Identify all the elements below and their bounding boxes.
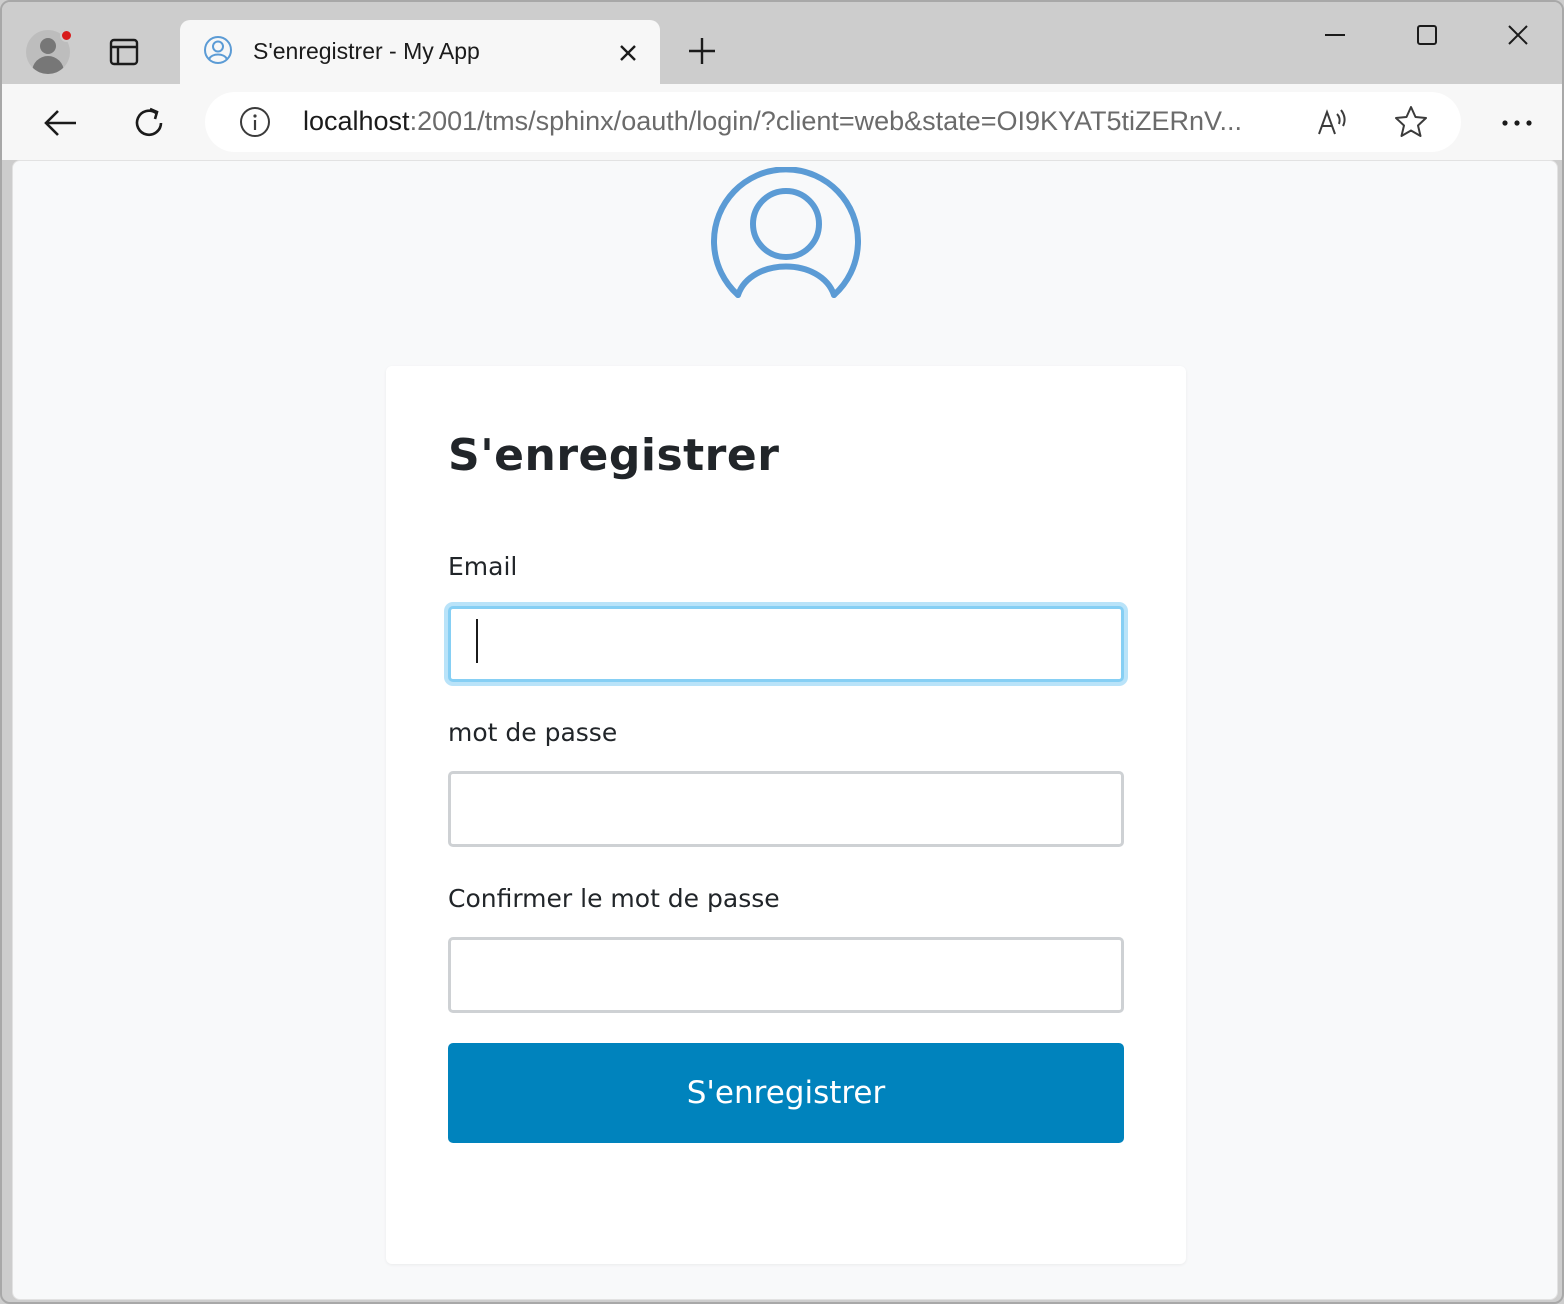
url-path: :2001/tms/sphinx/oauth/login/?client=web… bbox=[409, 106, 1243, 136]
tab-actions-icon[interactable] bbox=[108, 36, 140, 68]
text-caret bbox=[476, 619, 478, 663]
password-label: mot de passe bbox=[448, 718, 618, 747]
confirm-password-field[interactable] bbox=[448, 937, 1124, 1013]
star-icon[interactable] bbox=[1393, 104, 1429, 140]
email-label: Email bbox=[448, 552, 518, 581]
minimize-icon[interactable] bbox=[1322, 22, 1348, 48]
page-viewport: S'enregistrer Email mot de passe Confirm… bbox=[12, 160, 1558, 1300]
info-icon[interactable] bbox=[239, 106, 271, 138]
reload-icon[interactable] bbox=[130, 104, 168, 142]
url-host: localhost bbox=[303, 106, 410, 136]
user-circle-icon bbox=[202, 34, 234, 66]
close-tab-icon[interactable] bbox=[614, 39, 642, 67]
address-bar[interactable]: localhost:2001/tms/sphinx/oauth/login/?c… bbox=[205, 92, 1461, 152]
email-field[interactable] bbox=[448, 606, 1124, 682]
url-text[interactable]: localhost:2001/tms/sphinx/oauth/login/?c… bbox=[303, 106, 1242, 137]
tab-title: S'enregistrer - My App bbox=[253, 38, 480, 64]
more-dots-icon[interactable] bbox=[1498, 108, 1536, 138]
user-circle-icon bbox=[711, 167, 861, 299]
password-field[interactable] bbox=[448, 771, 1124, 847]
notification-dot bbox=[60, 29, 73, 42]
arrow-left-icon[interactable] bbox=[42, 104, 80, 142]
read-aloud-icon[interactable] bbox=[1315, 104, 1351, 140]
tab-active[interactable]: S'enregistrer - My App bbox=[180, 20, 660, 86]
register-button[interactable]: S'enregistrer bbox=[448, 1043, 1124, 1143]
confirm-password-label: Confirmer le mot de passe bbox=[448, 884, 780, 913]
maximize-icon[interactable] bbox=[1414, 22, 1440, 48]
browser-window: S'enregistrer - My App localhost:2001/tm… bbox=[0, 0, 1564, 1304]
tab-bar: S'enregistrer - My App bbox=[2, 2, 1562, 86]
close-window-icon[interactable] bbox=[1505, 22, 1531, 48]
plus-icon[interactable] bbox=[686, 35, 718, 67]
page-title: S'enregistrer bbox=[448, 430, 780, 481]
browser-toolbar: localhost:2001/tms/sphinx/oauth/login/?c… bbox=[2, 84, 1562, 160]
register-card: S'enregistrer Email mot de passe Confirm… bbox=[386, 366, 1186, 1264]
